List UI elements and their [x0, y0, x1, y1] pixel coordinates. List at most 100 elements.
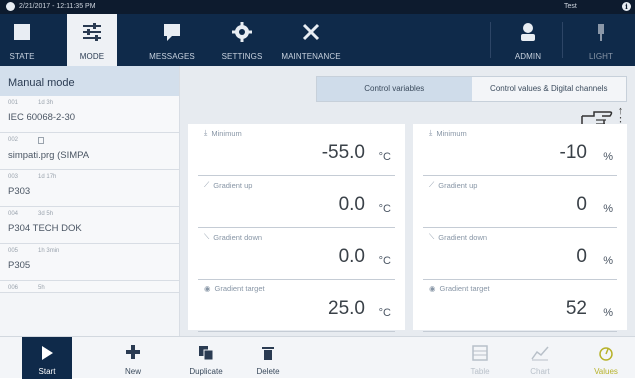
nav-state[interactable]: STATE [0, 14, 44, 66]
gear-icon [232, 22, 252, 42]
nav-maintenance-label: MAINTENANCE [281, 52, 341, 61]
program-item[interactable]: 006 5h [0, 281, 179, 293]
humidity-gradient-target-field[interactable]: ◉ Gradient target 52 % [423, 280, 617, 332]
bottom-toolbar: Start New Duplicate Delete Table Chart V… [0, 336, 635, 379]
temperature-unit: °C [378, 307, 391, 319]
nav-maintenance[interactable]: MAINTENANCE [274, 14, 348, 66]
delete-button[interactable]: Delete [246, 337, 290, 379]
nav-settings-label: SETTINGS [221, 52, 263, 61]
light-icon [598, 24, 604, 41]
nav-admin[interactable]: ADMIN [498, 14, 558, 66]
program-number: 004 [8, 211, 19, 217]
table-button[interactable]: Table [460, 337, 500, 379]
program-duration: 5h [38, 285, 45, 291]
program-number: 006 [8, 285, 19, 291]
nav-light[interactable]: LIGHT [570, 14, 632, 66]
chart-icon [531, 346, 549, 361]
program-number: 003 [8, 174, 19, 180]
nav-state-label: STATE [9, 52, 35, 61]
temperature-gradient-target-field[interactable]: ◉ Gradient target 25.0 °C [198, 280, 395, 332]
temperature-card: ⤓ Minimum -55.0 °C ⟋ Gradient up 0.0 °C ⟍ G… [188, 124, 405, 332]
minimum-icon: ⤓ [429, 128, 433, 137]
program-name: P305 [8, 260, 31, 271]
nav-messages-label: MESSAGES [149, 52, 195, 61]
status-bar: 2/21/2017 - 12:11:35 PM Test i [0, 0, 635, 14]
message-icon [164, 24, 180, 41]
new-label: New [124, 367, 141, 376]
program-item[interactable]: 004 3d 5h P304 TECH DOK [0, 207, 179, 244]
humidity-gradient-down-field[interactable]: ⟍ Gradient down 0 % [423, 228, 617, 280]
manual-mode-header[interactable]: Manual mode [0, 66, 179, 96]
nav-settings[interactable]: SETTINGS [214, 14, 270, 66]
humidity-gradient-up-field[interactable]: ⟋ Gradient up 0 % [423, 176, 617, 228]
target-icon: ◉ [429, 284, 436, 293]
program-list-panel: Manual mode 001 1d 3h IEC 60068-2-30 002 … [0, 66, 180, 336]
delete-label: Delete [256, 367, 280, 376]
new-button[interactable]: New [112, 337, 154, 379]
nav-separator [562, 22, 563, 58]
clock: 2/21/2017 - 12:11:35 PM [6, 2, 96, 11]
program-file-icon [38, 137, 45, 144]
humidity-minimum-label: Minimum [436, 128, 467, 138]
tab-control-variables[interactable]: Control variables [317, 77, 472, 101]
state-square-icon [14, 24, 30, 40]
temperature-unit: °C [378, 203, 391, 215]
target-icon: ◉ [204, 284, 211, 293]
current-user: Test [564, 3, 577, 10]
nav-mode-label: MODE [79, 52, 105, 61]
temperature-gradient-target-value: 25.0 [328, 298, 365, 319]
duplicate-button[interactable]: Duplicate [170, 337, 242, 379]
gradient-up-icon: ⟋ [429, 180, 435, 189]
values-button[interactable]: Values [584, 337, 628, 379]
program-item[interactable]: 002 simpati.prg (SIMPA [0, 133, 179, 170]
datetime: 2/21/2017 - 12:11:35 PM [19, 3, 96, 10]
tab-control-values-digital-channels[interactable]: Control values & Digital channels [471, 77, 626, 101]
program-item[interactable]: 005 1h 3min P305 [0, 244, 179, 281]
humidity-card: ⤓ Minimum -10 % ⟋ Gradient up 0 % ⟍ Gradien… [413, 124, 627, 332]
start-label: Start [38, 367, 56, 376]
admin-user-icon [521, 23, 535, 41]
program-name: IEC 60068-2-30 [8, 112, 76, 123]
top-navigation: STATE MODE MESSAGES SETTINGS MAINTENANCE… [0, 14, 635, 66]
info-icon[interactable]: i [622, 2, 631, 11]
table-icon [472, 345, 488, 361]
humidity-minimum-field[interactable]: ⤓ Minimum -10 % [423, 124, 617, 176]
duplicate-label: Duplicate [189, 367, 223, 376]
humidity-gradient-target-label: Gradient target [439, 284, 490, 293]
start-button[interactable]: Start [22, 337, 72, 379]
tab-bar: Control variables Control values & Digit… [316, 76, 627, 102]
temperature-gradient-up-field[interactable]: ⟋ Gradient up 0.0 °C [198, 176, 395, 228]
humidity-gradient-up-label: Gradient up [438, 180, 478, 190]
duplicate-icon [199, 346, 214, 361]
trash-icon [262, 347, 274, 360]
temperature-gradient-up-label: Gradient up [213, 180, 253, 190]
temperature-gradient-target-label: Gradient target [214, 284, 265, 293]
gradient-down-icon: ⟍ [204, 232, 210, 241]
chart-button[interactable]: Chart [520, 337, 560, 379]
chart-label: Chart [530, 367, 550, 376]
temperature-gradient-down-field[interactable]: ⟍ Gradient down 0.0 °C [198, 228, 395, 280]
values-label: Values [594, 367, 618, 376]
nav-admin-label: ADMIN [514, 52, 542, 61]
program-duration: 1h 3min [38, 248, 60, 254]
humidity-gradient-down-value: 0 [576, 246, 587, 267]
humidity-minimum-value: -10 [559, 142, 587, 163]
table-label: Table [470, 367, 490, 376]
nav-mode[interactable]: MODE [67, 14, 117, 66]
temperature-minimum-field[interactable]: ⤓ Minimum -55.0 °C [198, 124, 395, 176]
wrench-icon [302, 23, 320, 41]
program-item[interactable]: 003 1d 17h P303 [0, 170, 179, 207]
program-number: 002 [8, 137, 19, 143]
humidity-unit: % [603, 255, 613, 267]
nav-messages[interactable]: MESSAGES [142, 14, 202, 66]
gradient-down-icon: ⟍ [429, 232, 435, 241]
temperature-gradient-down-label: Gradient down [213, 232, 263, 242]
program-item[interactable]: 001 1d 3h IEC 60068-2-30 [0, 96, 179, 133]
program-duration: 1d 17h [38, 174, 57, 180]
gauge-icon [599, 347, 613, 361]
program-duration: 3d 5h [38, 211, 54, 217]
humidity-unit: % [603, 307, 613, 319]
play-icon [42, 346, 53, 360]
program-duration: 1d 3h [38, 100, 54, 106]
temperature-gradient-up-value: 0.0 [338, 194, 365, 215]
